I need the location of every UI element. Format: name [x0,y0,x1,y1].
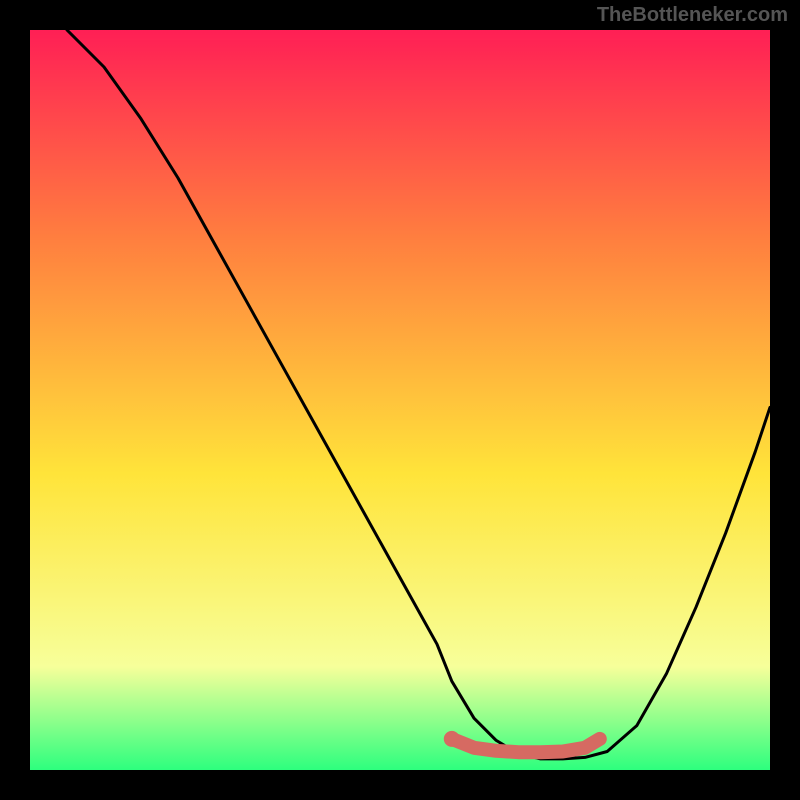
gradient-background [30,30,770,770]
attribution-text: TheBottleneker.com [597,4,788,27]
optimal-point-marker [444,731,460,747]
chart-plot-area [30,30,770,770]
chart-svg [30,30,770,770]
